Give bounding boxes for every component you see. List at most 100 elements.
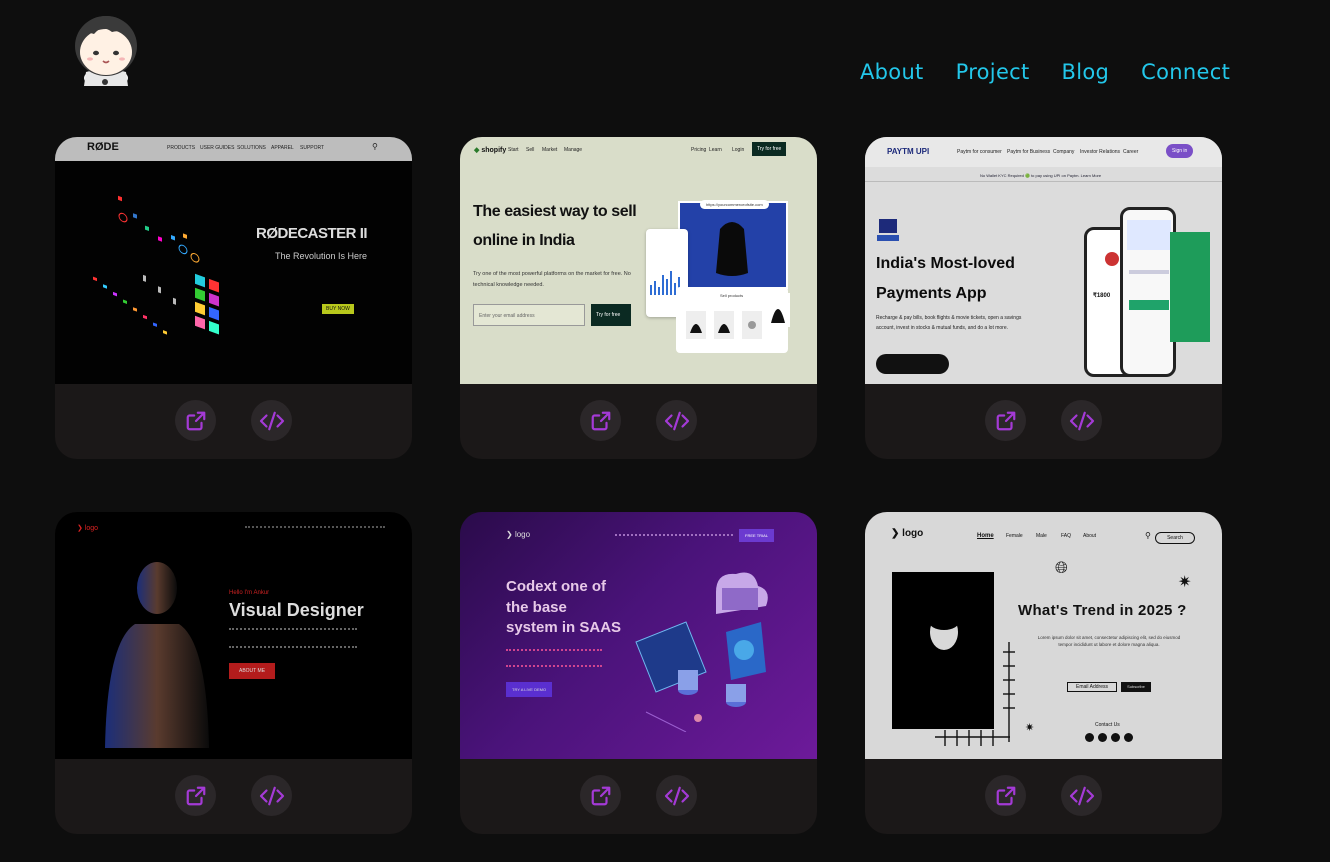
- source-code-button[interactable]: [656, 400, 697, 441]
- nav-project[interactable]: Project: [956, 60, 1030, 84]
- source-code-button[interactable]: [1061, 775, 1102, 816]
- trend-subscribe-button: Subscribe: [1121, 682, 1151, 692]
- card-actions: [55, 384, 412, 459]
- saas-nav: [615, 534, 733, 536]
- paytm-hero-line2: Payments App: [876, 285, 987, 302]
- saas-logo: ❯ logo: [506, 530, 531, 539]
- saas-demo-button: TRY A LIVE DEMO: [506, 682, 553, 697]
- source-code-button[interactable]: [1061, 400, 1102, 441]
- backpack-small-image: [766, 293, 790, 327]
- cloud-server-illustration: [635, 572, 768, 732]
- live-demo-button[interactable]: [985, 400, 1026, 441]
- shopify-logo: ◆ shopify: [474, 147, 507, 154]
- project-card-saas: ❯ logo FREE TRIAL Codext one of the base…: [460, 512, 817, 834]
- external-link-icon: [591, 786, 610, 805]
- live-demo-button[interactable]: [985, 775, 1026, 816]
- avatar[interactable]: [72, 8, 140, 88]
- shopify-url-bar: https://yourcommerceofsite.com: [700, 200, 769, 209]
- code-icon: [1069, 786, 1094, 805]
- external-link-icon: [996, 411, 1015, 430]
- backpack-image: [716, 222, 748, 276]
- designer-hello: Hello I'm Ankur: [229, 590, 270, 596]
- rode-hero-subtitle: The Revolution Is Here: [275, 251, 368, 261]
- paytm-nav-business: Paytm for Business: [1007, 149, 1051, 155]
- trend-contact-label: Contact Us: [1095, 722, 1120, 728]
- live-demo-button[interactable]: [580, 775, 621, 816]
- paytm-nav-consumer: Paytm for consumer: [957, 149, 1002, 155]
- shopify-nav-login: Login: [732, 147, 745, 153]
- sparkle-icon: ✷: [1178, 574, 1192, 591]
- project-card-rode: RØDE PRODUCTS USER GUIDES SOLUTIONS APPA…: [55, 137, 412, 459]
- rode-nav-guides: USER GUIDES: [200, 145, 235, 151]
- card-actions: [865, 384, 1222, 459]
- rode-nav-products: PRODUCTS: [167, 145, 196, 151]
- trend-email-input: Email Address: [1067, 682, 1117, 692]
- search-icon: ⚲: [372, 142, 378, 151]
- live-demo-button[interactable]: [175, 775, 216, 816]
- card-actions: [865, 759, 1222, 834]
- saas-hero-text: [506, 649, 602, 667]
- nav-connect[interactable]: Connect: [1141, 60, 1230, 84]
- project-card-paytm: PAYTM UPI Paytm for consumer Paytm for B…: [865, 137, 1222, 459]
- nav-about[interactable]: About: [860, 60, 924, 84]
- live-demo-button[interactable]: [175, 400, 216, 441]
- source-code-button[interactable]: [251, 775, 292, 816]
- designer-logo: ❯ logo: [77, 525, 99, 532]
- shopify-nav-sell: Sell: [526, 147, 535, 153]
- designer-portrait: [105, 562, 209, 748]
- external-link-icon: [186, 786, 205, 805]
- designer-title: Visual Designer: [229, 600, 364, 620]
- code-icon: [259, 786, 284, 805]
- saas-hero-line2: the base: [506, 599, 567, 616]
- paytm-hero-text1: Recharge & pay bills, book flights & mov…: [876, 315, 1022, 321]
- instagram-icon: [1098, 733, 1107, 742]
- rode-nav-solutions: SOLUTIONS: [237, 145, 266, 151]
- source-code-button[interactable]: [656, 775, 697, 816]
- rode-nav-apparel: APPAREL: [271, 145, 294, 151]
- code-icon: [664, 786, 689, 805]
- paytm-hero-line1: India's Most-loved: [876, 255, 1015, 272]
- paytm-phone-third: [1170, 232, 1210, 342]
- globe-icon: 🌐︎: [1055, 560, 1068, 577]
- sparkle-small-icon: ✷: [1025, 722, 1035, 734]
- code-icon: [1069, 411, 1094, 430]
- facebook-icon: [1085, 733, 1094, 742]
- rode-logo: RØDE: [87, 141, 119, 153]
- project-screenshot-trend[interactable]: ❯ logo Home Female Male FAQ About ⚲ Sear…: [865, 512, 1222, 759]
- trend-hero-title: What's Trend in 2025 ?: [1018, 602, 1187, 619]
- project-screenshot-paytm[interactable]: PAYTM UPI Paytm for consumer Paytm for B…: [865, 137, 1222, 384]
- designer-nav: [245, 526, 385, 528]
- project-card-designer: ❯ logo Hello I'm Ankur Visual Designer A…: [55, 512, 412, 834]
- nav-blog[interactable]: Blog: [1062, 60, 1110, 84]
- rode-nav-support: SUPPORT: [300, 145, 325, 151]
- project-screenshot-designer[interactable]: ❯ logo Hello I'm Ankur Visual Designer A…: [55, 512, 412, 759]
- project-screenshot-shopify[interactable]: ◆ shopify Start Sell Market Manage Prici…: [460, 137, 817, 384]
- project-card-shopify: ◆ shopify Start Sell Market Manage Prici…: [460, 137, 817, 459]
- trend-nav-female: Female: [1006, 533, 1023, 539]
- social-icons: [1085, 733, 1133, 742]
- shopify-hero-line2: online in India: [473, 232, 575, 249]
- shopify-nav-cta: Try for free: [752, 142, 787, 156]
- paytm-nav-company: Company: [1053, 149, 1075, 155]
- project-screenshot-rode[interactable]: RØDE PRODUCTS USER GUIDES SOLUTIONS APPA…: [55, 137, 412, 384]
- shopify-hero-line1: The easiest way to sell: [473, 203, 637, 220]
- trend-logo: ❯ logo: [891, 528, 924, 539]
- source-code-button[interactable]: [251, 400, 292, 441]
- live-demo-button[interactable]: [580, 400, 621, 441]
- project-card-trend: ❯ logo Home Female Male FAQ About ⚲ Sear…: [865, 512, 1222, 834]
- card-actions: [460, 384, 817, 459]
- designer-cta: ABOUT ME: [229, 663, 276, 679]
- paytm-banner: No Wallet KYC Required 🟢 to pay using UP…: [980, 173, 1102, 178]
- shopify-try-button: Try for free: [591, 304, 631, 326]
- site-header: About Project Blog Connect: [0, 0, 1330, 120]
- search-icon: ⚲: [1145, 531, 1151, 540]
- trend-nav-faq: FAQ: [1061, 533, 1072, 539]
- paytm-phone-right: [1120, 207, 1176, 377]
- rode-buy-button: BUY NOW: [322, 304, 354, 314]
- paytm-logo: PAYTM UPI: [887, 147, 930, 156]
- external-link-icon: [996, 786, 1015, 805]
- project-screenshot-saas[interactable]: ❯ logo FREE TRIAL Codext one of the base…: [460, 512, 817, 759]
- shopify-nav-manage: Manage: [564, 147, 583, 153]
- trend-hero-text: Lorem ipsum dolor sit amet, consectetur …: [1037, 635, 1181, 647]
- paytm-nav-investor: Investor Relations: [1080, 149, 1121, 155]
